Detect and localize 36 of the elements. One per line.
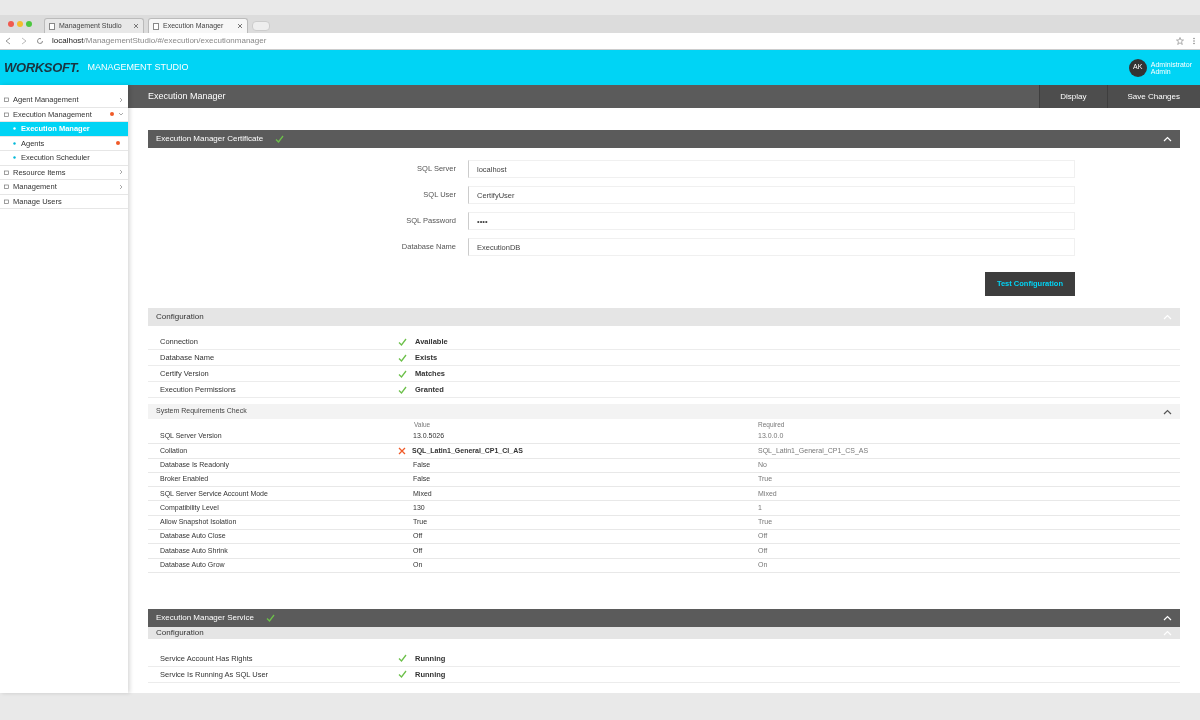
toolbar-button[interactable]: Save Changes — [1106, 85, 1200, 108]
close-icon[interactable] — [133, 23, 139, 29]
subsection-title: Configuration — [156, 626, 204, 639]
new-tab-button[interactable] — [252, 21, 270, 31]
toolbar-button[interactable]: Display — [1039, 85, 1107, 108]
subsection-title: Configuration — [156, 311, 204, 323]
reload-icon[interactable] — [36, 37, 44, 45]
folder-icon — [4, 111, 9, 117]
close-icon[interactable] — [237, 23, 243, 29]
folder-icon — [4, 184, 9, 190]
menu-icon[interactable] — [1192, 37, 1196, 45]
maximize-window-icon[interactable] — [26, 21, 32, 27]
page-icon — [49, 22, 55, 30]
minimize-window-icon[interactable] — [17, 21, 23, 27]
bullet-icon — [12, 155, 17, 161]
bullet-icon — [12, 140, 17, 146]
folder-icon — [4, 97, 9, 103]
logo[interactable]: WORKSOFT. — [4, 57, 80, 78]
chevron-down-icon[interactable] — [118, 111, 124, 118]
folder-icon — [4, 198, 9, 204]
forward-icon[interactable] — [20, 37, 28, 45]
collapse-icon[interactable] — [1163, 408, 1172, 415]
product-name: MANAGEMENT STUDIO — [87, 60, 189, 74]
back-icon[interactable] — [4, 37, 12, 45]
section-title: Execution Manager Certificate — [156, 133, 264, 145]
chevron-right-icon[interactable] — [118, 183, 124, 190]
chevron-right-icon[interactable] — [118, 169, 124, 176]
section-title: Execution Manager Service — [156, 611, 254, 624]
page-title: Execution Manager — [148, 89, 226, 103]
page-icon — [153, 22, 159, 30]
star-icon[interactable] — [1176, 37, 1184, 45]
bullet-icon — [12, 126, 17, 132]
close-window-icon[interactable] — [8, 21, 14, 27]
folder-icon — [4, 169, 9, 175]
address-bar[interactable]: localhost/ManagementStudio/#/execution/executionmanager — [52, 37, 267, 45]
chevron-right-icon[interactable] — [118, 96, 124, 103]
